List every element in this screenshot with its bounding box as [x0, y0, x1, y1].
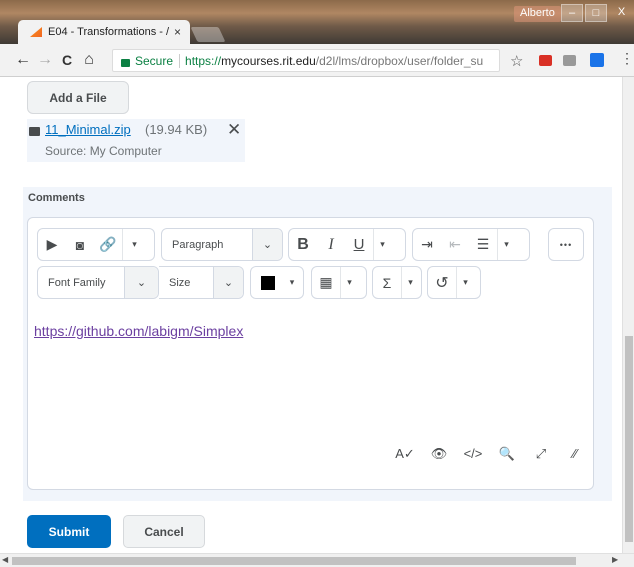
text-color-picker[interactable]: ▾	[250, 266, 304, 299]
vertical-scroll-thumb[interactable]	[625, 336, 633, 542]
chevron-down-icon: ⌄	[252, 229, 282, 260]
file-source: Source: My Computer	[45, 144, 162, 158]
editor-footer-tools: A✓ 👁 </> 🔍 ⤢ ⁄⁄	[390, 446, 594, 462]
table-icon[interactable]: ▦	[312, 274, 340, 291]
resize-handle-icon[interactable]: ⁄⁄	[560, 446, 590, 462]
insert-toolbar-group: ▶ ◙ 🔗 ▾	[37, 228, 155, 261]
insert-video-icon[interactable]: ▶	[38, 236, 66, 253]
insert-image-icon[interactable]: ◙	[66, 237, 94, 253]
comments-panel: Comments ▶ ◙ 🔗 ▾ Paragraph ⌄ B I U ▾ ⇥ ⇤	[23, 187, 612, 501]
scroll-right-arrow-icon[interactable]: ▶	[612, 555, 618, 564]
table-group: ▦ ▾	[311, 266, 367, 299]
undo-icon[interactable]: ↺	[428, 273, 456, 293]
lock-icon	[121, 58, 130, 67]
secure-label: Secure	[135, 53, 174, 68]
paragraph-select[interactable]: Paragraph ⌄	[161, 228, 283, 261]
bookmark-star-icon[interactable]: ☆	[510, 52, 523, 70]
url-path: /d2l/lms/dropbox/user/folder_su	[315, 53, 484, 68]
minimize-button[interactable]: –	[561, 4, 583, 22]
equation-group: Σ ▾	[372, 266, 422, 299]
bold-icon[interactable]: B	[289, 236, 317, 254]
source-code-icon[interactable]: </>	[458, 446, 488, 462]
file-size: (19.94 KB)	[145, 122, 208, 137]
maximize-button[interactable]: □	[585, 4, 607, 22]
new-tab-button[interactable]	[190, 27, 226, 42]
close-window-button[interactable]: X	[609, 4, 634, 22]
text-style-group: B I U ▾	[288, 228, 406, 261]
equation-caret[interactable]: ▾	[401, 267, 419, 298]
list-caret[interactable]: ▾	[497, 229, 515, 260]
attached-file: 11_Minimal.zip (19.94 KB) ✕ Source: My C…	[27, 119, 245, 162]
italic-icon[interactable]: I	[317, 236, 345, 254]
reload-icon[interactable]: C	[56, 52, 78, 68]
font-family-select-value: Font Family	[48, 276, 106, 289]
table-caret[interactable]: ▾	[340, 267, 358, 298]
undo-group: ↺ ▾	[427, 266, 481, 299]
blue-extension-icon[interactable]	[590, 53, 604, 67]
omnibox-divider	[179, 53, 181, 68]
url-host: mycourses.rit.edu	[221, 53, 316, 68]
preview-icon[interactable]: 👁	[424, 446, 454, 462]
address-bar[interactable]: Secure https:// mycourses.rit.edu /d2l/l…	[112, 49, 500, 72]
file-name-link[interactable]: 11_Minimal.zip	[45, 122, 131, 137]
url-scheme: https://	[185, 53, 222, 68]
more-options-button[interactable]: •••	[548, 228, 584, 261]
comments-label: Comments	[28, 192, 85, 204]
tab-title: E04 - Transformations - /	[48, 26, 170, 38]
insert-dropdown-caret[interactable]: ▾	[122, 229, 146, 260]
tab-close-icon[interactable]: ×	[174, 25, 181, 39]
undo-caret[interactable]: ▾	[456, 267, 474, 298]
text-style-caret[interactable]: ▾	[373, 229, 391, 260]
page-content: Add a File 11_Minimal.zip (19.94 KB) ✕ S…	[0, 77, 622, 553]
chevron-down-icon: ⌄	[213, 267, 243, 298]
profile-name[interactable]: Alberto	[514, 6, 561, 22]
size-select[interactable]: Size ⌄	[159, 266, 244, 299]
comment-link[interactable]: https://github.com/labigm/Simplex	[34, 323, 243, 339]
home-icon[interactable]: ⌂	[78, 51, 100, 69]
color-caret[interactable]: ▾	[283, 267, 301, 298]
extension-icon[interactable]	[563, 55, 576, 66]
outdent-icon[interactable]: ⇤	[441, 236, 469, 253]
browser-tab[interactable]: E04 - Transformations - / ×	[18, 20, 190, 44]
gmail-extension-icon[interactable]	[539, 55, 552, 66]
rich-text-editor[interactable]: ▶ ◙ 🔗 ▾ Paragraph ⌄ B I U ▾ ⇥ ⇤ ☰ ▾ ••• …	[27, 217, 594, 490]
paragraph-select-value: Paragraph	[172, 238, 224, 251]
file-icon	[29, 127, 40, 136]
insert-link-icon[interactable]: 🔗	[94, 236, 122, 253]
add-file-button[interactable]: Add a File	[27, 81, 129, 114]
bullet-list-icon[interactable]: ☰	[469, 236, 497, 253]
font-family-select[interactable]: Font Family ⌄	[37, 266, 159, 299]
spellcheck-icon[interactable]: A✓	[390, 446, 420, 462]
chevron-down-icon: ⌄	[124, 267, 158, 298]
forward-arrow-icon[interactable]: →	[34, 51, 56, 69]
equation-icon[interactable]: Σ	[373, 275, 401, 291]
more-icon: •••	[559, 239, 573, 250]
d2l-favicon-icon	[30, 27, 42, 37]
submit-button[interactable]: Submit	[27, 515, 111, 548]
underline-icon[interactable]: U	[345, 236, 373, 253]
horizontal-scrollbar[interactable]: ◀ ▶	[0, 553, 634, 567]
color-swatch	[261, 275, 275, 290]
browser-menu-icon[interactable]: ⋮	[620, 50, 634, 67]
find-replace-icon[interactable]: 🔍	[492, 446, 522, 462]
browser-titlebar: E04 - Transformations - / × Alberto – □ …	[0, 0, 634, 44]
indent-icon[interactable]: ⇥	[413, 236, 441, 253]
scroll-left-arrow-icon[interactable]: ◀	[2, 555, 8, 564]
fullscreen-icon[interactable]: ⤢	[526, 446, 556, 462]
back-arrow-icon[interactable]: ←	[12, 51, 34, 69]
vertical-scrollbar[interactable]	[622, 77, 634, 553]
cancel-button[interactable]: Cancel	[123, 515, 205, 548]
size-select-value: Size	[169, 276, 191, 289]
remove-file-icon[interactable]: ✕	[227, 120, 241, 140]
horizontal-scroll-thumb[interactable]	[12, 557, 576, 565]
list-group: ⇥ ⇤ ☰ ▾	[412, 228, 530, 261]
